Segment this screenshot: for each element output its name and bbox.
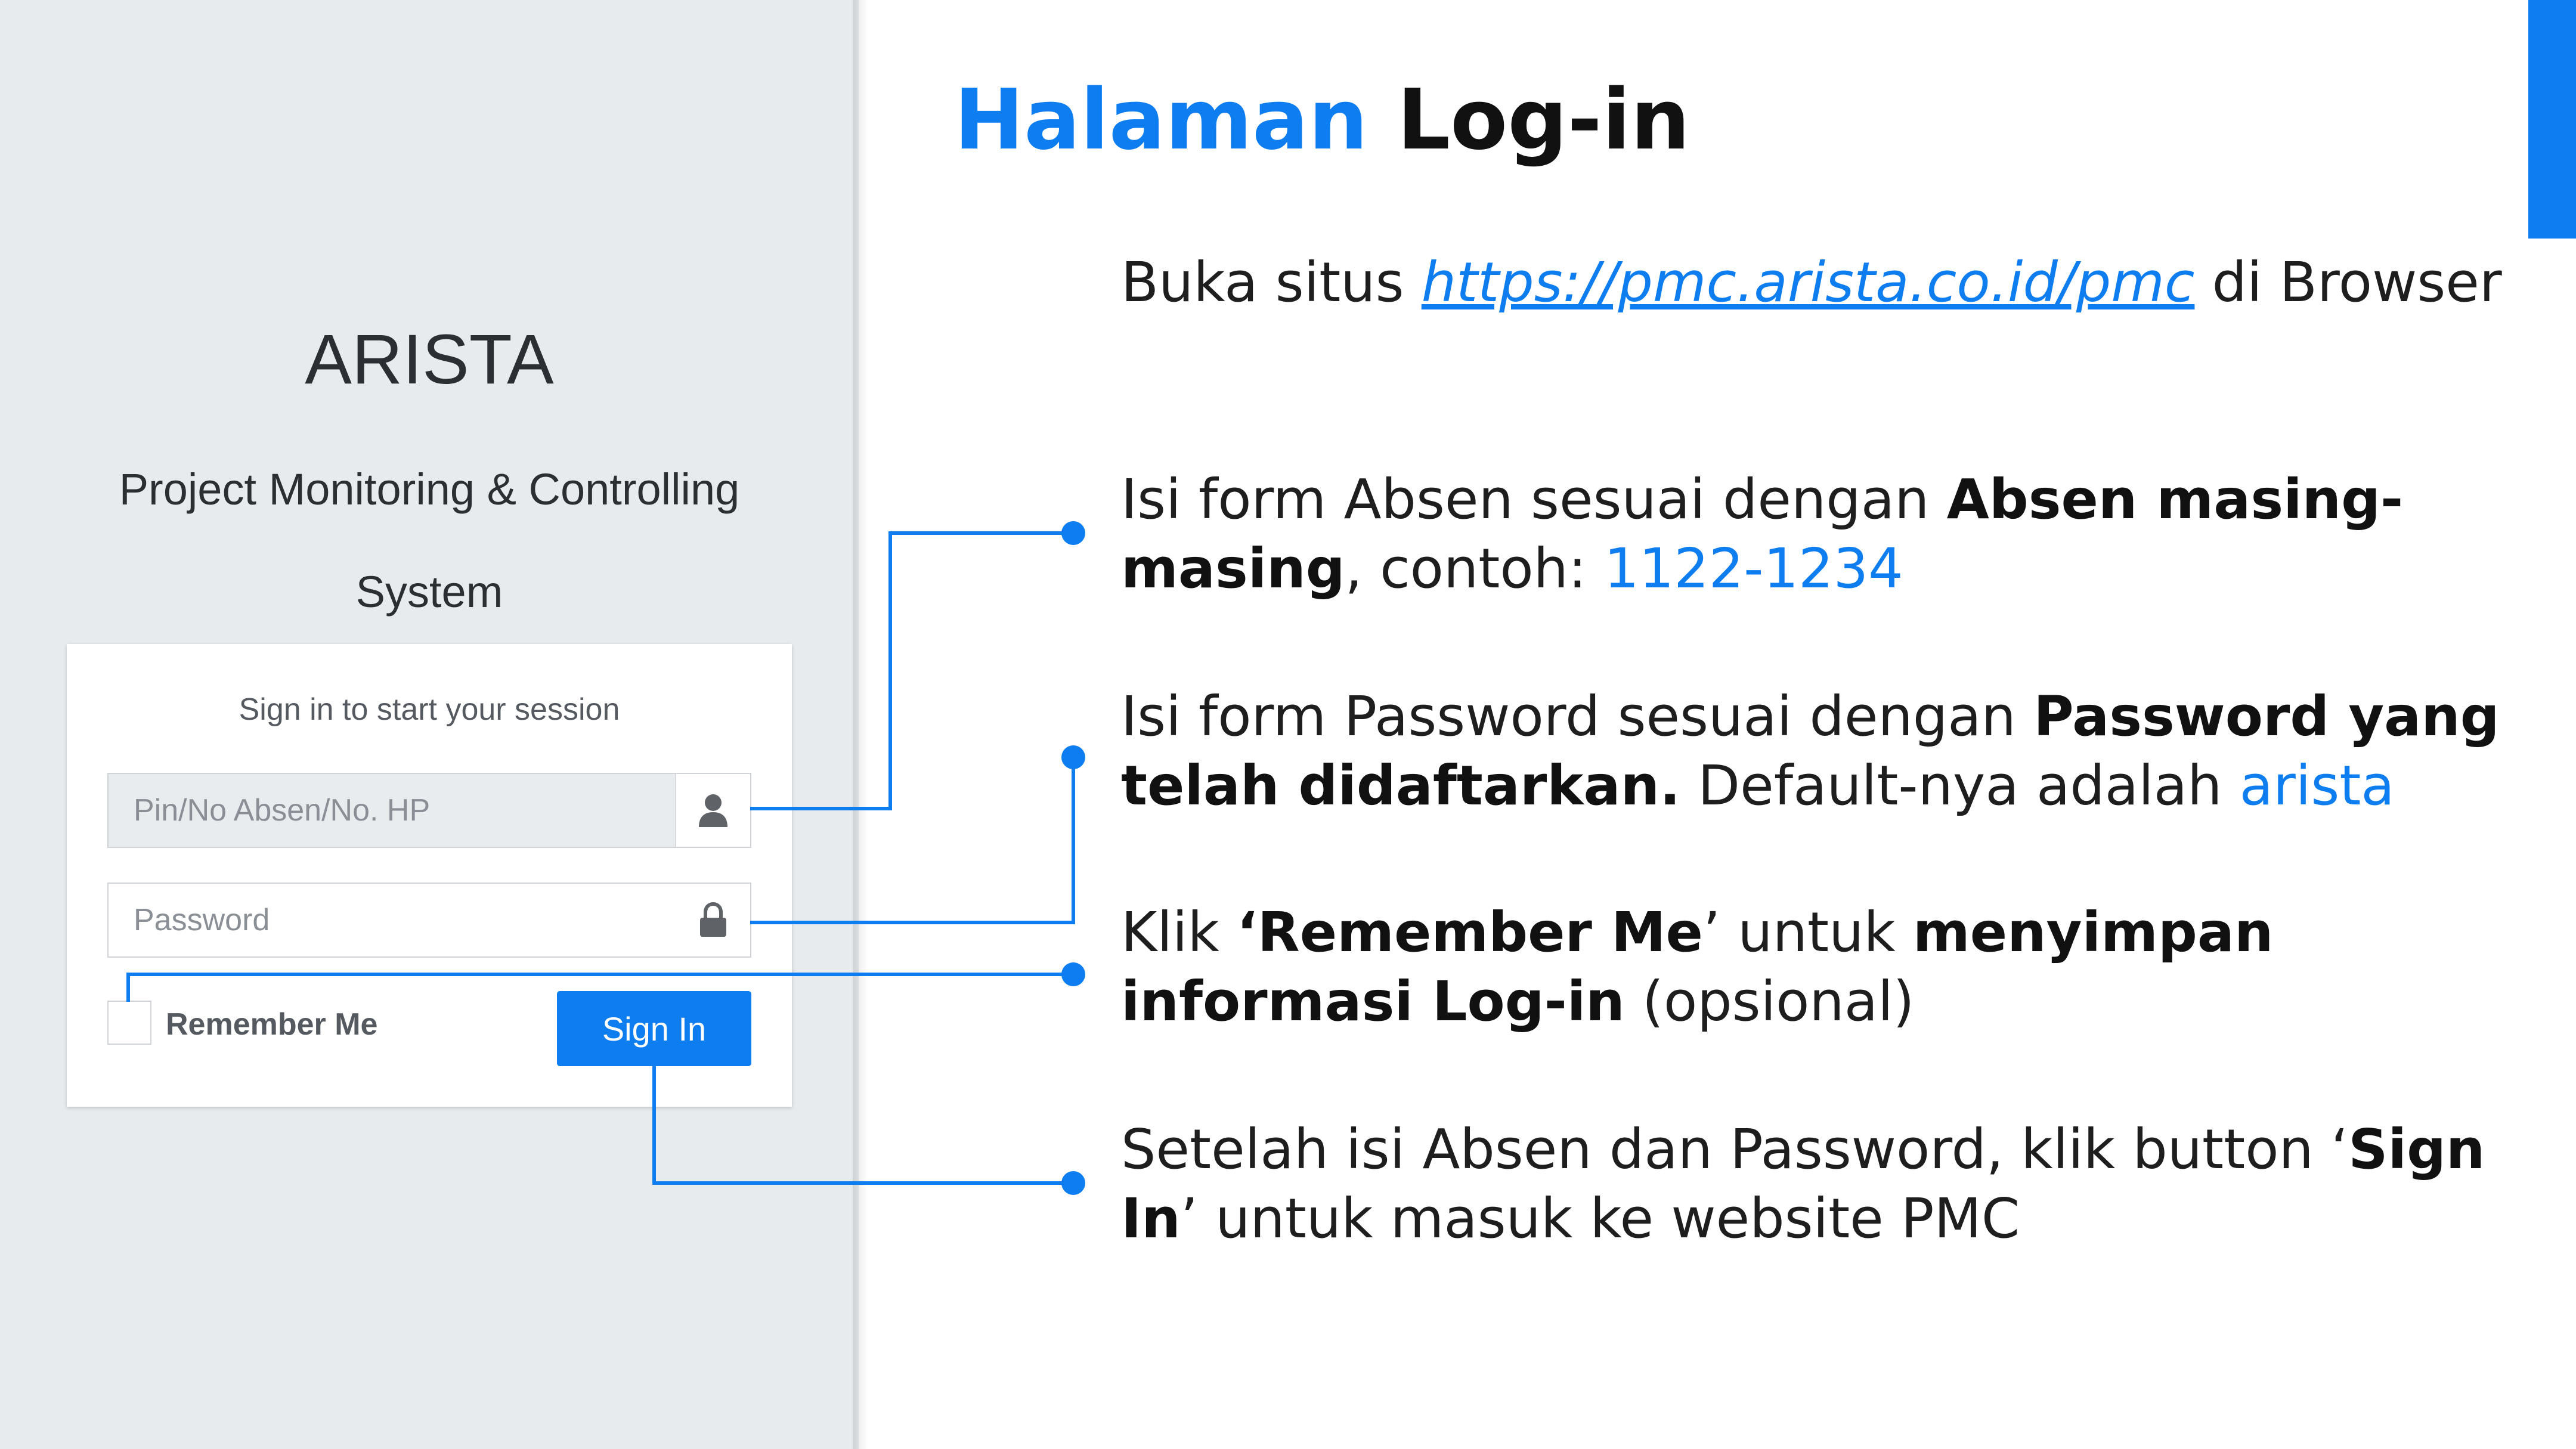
instruction-text: Klik	[1121, 900, 1237, 964]
instruction-text: ’ untuk masuk ke website PMC	[1180, 1187, 2020, 1250]
password-input[interactable]	[109, 884, 675, 956]
instruction-text: Buka situs	[1121, 250, 1422, 314]
absen-example: 1122-1234	[1604, 537, 1903, 600]
absen-input[interactable]	[109, 774, 675, 847]
instruction-remember: Klik ‘Remember Me’ untuk menyimpan infor…	[1121, 898, 2510, 1036]
connector-dot-signin	[1061, 1171, 1085, 1195]
slide-title-part1: Halaman	[954, 72, 1368, 169]
instruction-sign-in: Setelah isi Absen dan Password, klik but…	[1121, 1115, 2510, 1253]
app-logo: ARISTA	[305, 320, 554, 399]
panel-shadow	[853, 0, 868, 1449]
instruction-text: Setelah isi Absen dan Password, klik but…	[1121, 1117, 2349, 1181]
password-example: arista	[2239, 754, 2395, 818]
instruction-text: Isi form Password sesuai dengan	[1121, 685, 2034, 748]
connector-dot-remember	[1061, 962, 1085, 986]
instruction-emphasis: ‘Remember Me	[1236, 900, 1703, 964]
slide-title: Halaman Log-in	[954, 67, 1690, 174]
remember-me-checkbox[interactable]	[107, 1001, 151, 1045]
instruction-text: Isi form Absen sesuai dengan	[1121, 467, 1947, 531]
connector-dot-password	[1061, 745, 1085, 769]
user-icon	[675, 774, 750, 847]
slide-title-part2: Log-in	[1397, 72, 1690, 169]
absen-field	[107, 773, 751, 848]
instruction-text: ’ untuk	[1702, 900, 1913, 964]
connector-dot-absen	[1061, 521, 1085, 545]
instruction-absen: Isi form Absen sesuai dengan Absen masin…	[1121, 465, 2510, 603]
accent-bar	[2528, 0, 2576, 239]
instruction-text: Default-nya adalah	[1680, 754, 2240, 818]
app-title-line1: Project Monitoring & Controlling	[119, 465, 740, 514]
sign-in-button[interactable]: Sign In	[557, 991, 751, 1066]
instruction-text: di Browser	[2194, 250, 2502, 314]
instruction-open-site: Buka situs https://pmc.arista.co.id/pmc …	[1121, 248, 2510, 317]
login-box-message: Sign in to start your session	[239, 692, 620, 727]
login-box: Sign in to start your session Remember M…	[67, 644, 792, 1107]
instruction-password: Isi form Password sesuai dengan Password…	[1121, 682, 2510, 821]
app-title-line2: System	[355, 567, 503, 617]
remember-me-label[interactable]: Remember Me	[166, 1007, 377, 1042]
instruction-text: (opsional)	[1624, 970, 1915, 1033]
password-field	[107, 883, 751, 958]
instruction-text: , contoh:	[1345, 537, 1605, 600]
pmc-site-link[interactable]: https://pmc.arista.co.id/pmc	[1422, 250, 2195, 314]
login-screenshot-panel: ARISTA Project Monitoring & Controlling …	[0, 0, 859, 1449]
app-title: Project Monitoring & Controlling System	[95, 438, 763, 643]
lock-icon	[676, 884, 750, 956]
